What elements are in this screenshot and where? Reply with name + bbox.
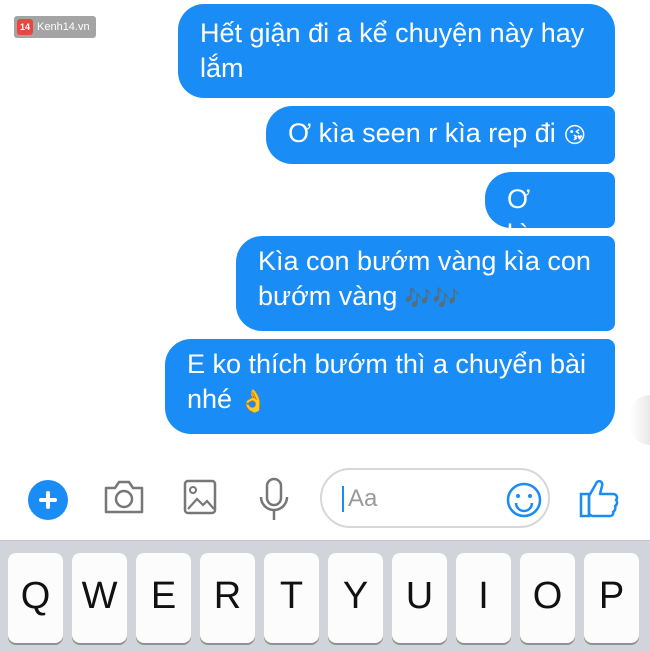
key-i[interactable]: I bbox=[456, 553, 511, 643]
text-caret bbox=[342, 486, 344, 512]
message-text: Ơ kìa seen r kìa rep đi bbox=[288, 118, 556, 148]
message-text: Hết giận đi a kể chuyện này hay lắm bbox=[200, 18, 585, 83]
message-bubble[interactable]: Hết giận đi a kể chuyện này hay lắm bbox=[178, 4, 615, 98]
camera-icon[interactable] bbox=[102, 477, 146, 517]
thumbs-up-icon[interactable] bbox=[578, 477, 622, 519]
key-q[interactable]: Q bbox=[8, 553, 63, 643]
key-y[interactable]: Y bbox=[328, 553, 383, 643]
key-o[interactable]: O bbox=[520, 553, 575, 643]
key-u[interactable]: U bbox=[392, 553, 447, 643]
message-bubble[interactable]: Kìa con bướm vàng kìa con bướm vàng 🎶🎶 bbox=[236, 236, 615, 331]
key-w[interactable]: W bbox=[72, 553, 127, 643]
plus-icon[interactable] bbox=[28, 480, 68, 520]
message-input[interactable]: Aa bbox=[320, 468, 550, 528]
key-t[interactable]: T bbox=[264, 553, 319, 643]
message-bubble[interactable]: Ơ kìa... bbox=[485, 172, 615, 249]
key-p[interactable]: P bbox=[584, 553, 639, 643]
music-notes-emoji-icon: 🎶🎶 bbox=[404, 285, 460, 311]
kiss-emoji-icon: 😘 bbox=[563, 122, 587, 148]
composer-bar: Aa bbox=[0, 455, 650, 540]
key-r[interactable]: R bbox=[200, 553, 255, 643]
smiley-icon[interactable] bbox=[505, 481, 543, 519]
image-icon[interactable] bbox=[182, 477, 218, 517]
key-e[interactable]: E bbox=[136, 553, 191, 643]
scroll-edge-shadow bbox=[630, 395, 650, 445]
message-bubble[interactable]: Ơ kìa seen r kìa rep đi 😘 bbox=[266, 106, 615, 164]
input-placeholder: Aa bbox=[348, 485, 378, 512]
message-bubble[interactable]: E ko thích bướm thì a chuyển bài nhé 👌 bbox=[165, 339, 615, 434]
on-screen-keyboard: Q W E R T Y U I O P bbox=[0, 540, 650, 651]
message-thread: Hết giận đi a kể chuyện này hay lắm Ơ kì… bbox=[0, 0, 650, 455]
keyboard-row: Q W E R T Y U I O P bbox=[8, 553, 639, 643]
ok-hand-emoji-icon: 👌 bbox=[239, 388, 267, 414]
microphone-icon[interactable] bbox=[257, 477, 291, 523]
